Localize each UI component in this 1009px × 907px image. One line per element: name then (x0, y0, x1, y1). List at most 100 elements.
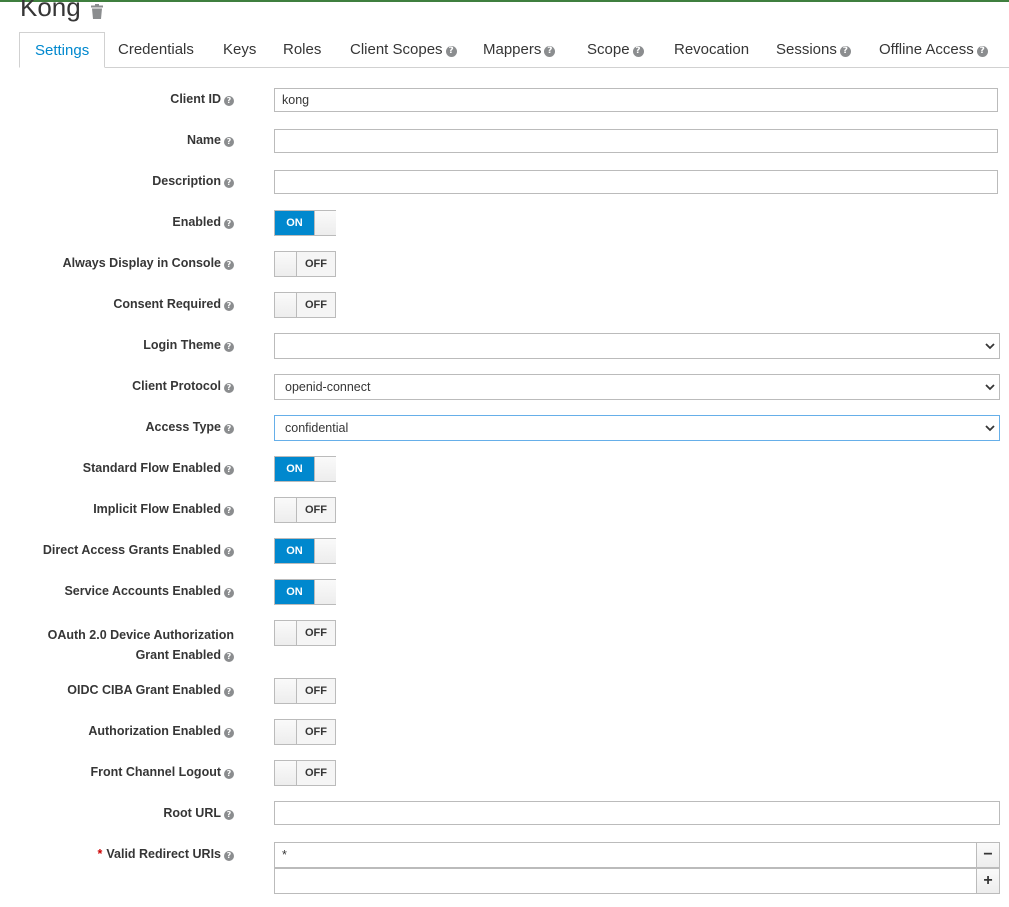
top-accent-line (0, 0, 1009, 2)
always-display-toggle[interactable]: OFF (274, 251, 336, 277)
toggle-state: ON (275, 580, 314, 604)
access-type-select[interactable]: confidential (274, 415, 1000, 441)
login-theme-select[interactable] (274, 333, 1000, 359)
help-icon[interactable]: ? (224, 506, 234, 516)
toggle-state: OFF (297, 720, 335, 744)
ciba-label: OIDC CIBA Grant Enabled? (67, 683, 234, 697)
trash-icon[interactable] (91, 4, 103, 19)
name-label: Name? (187, 133, 234, 147)
root-url-label: Root URL? (163, 806, 234, 820)
description-label: Description? (152, 174, 234, 188)
tab-credentials[interactable]: Credentials (118, 32, 194, 66)
direct-access-toggle[interactable]: ON (274, 538, 336, 564)
ciba-toggle[interactable]: OFF (274, 678, 336, 704)
root-url-input[interactable] (274, 801, 1000, 825)
redirect-uris-label: * Valid Redirect URIs? (98, 847, 234, 861)
front-channel-label: Front Channel Logout? (90, 765, 234, 779)
toggle-state: OFF (297, 679, 335, 703)
help-icon: ? (544, 46, 556, 57)
help-icon[interactable]: ? (224, 728, 234, 738)
tab-mappers[interactable]: Mappers? (483, 32, 556, 66)
help-icon[interactable]: ? (224, 687, 234, 697)
description-input[interactable] (274, 170, 998, 194)
login-theme-label: Login Theme? (143, 338, 234, 352)
toggle-knob (314, 580, 336, 604)
toggle-knob (275, 679, 297, 703)
add-uri-button[interactable]: + (976, 868, 1000, 894)
always-display-label: Always Display in Console? (63, 256, 234, 270)
remove-uri-button[interactable]: − (976, 842, 1000, 868)
toggle-state: ON (275, 539, 314, 563)
toggle-knob (314, 539, 336, 563)
chevron-down-icon (985, 384, 995, 391)
new-redirect-uri-input[interactable] (274, 868, 977, 894)
implicit-flow-label: Implicit Flow Enabled? (93, 502, 234, 516)
help-icon[interactable]: ? (224, 260, 234, 270)
tab-sessions[interactable]: Sessions? (776, 32, 851, 66)
toggle-state: OFF (297, 498, 335, 522)
name-input[interactable] (274, 129, 998, 153)
help-icon[interactable]: ? (224, 342, 234, 352)
toggle-state: OFF (297, 252, 335, 276)
enabled-toggle[interactable]: ON (274, 210, 336, 236)
help-icon[interactable]: ? (224, 810, 234, 820)
client-id-label: Client ID? (170, 92, 234, 106)
help-icon[interactable]: ? (224, 219, 234, 229)
help-icon[interactable]: ? (224, 547, 234, 557)
chevron-down-icon (985, 425, 995, 432)
tab-offline-access[interactable]: Offline Access? (879, 32, 988, 66)
device-auth-label: OAuth 2.0 Device Authorization Grant Enab… (47, 628, 234, 662)
toggle-state: ON (275, 211, 314, 235)
help-icon[interactable]: ? (224, 301, 234, 311)
service-accounts-label: Service Accounts Enabled? (64, 584, 234, 598)
toggle-knob (314, 211, 336, 235)
toggle-state: OFF (297, 761, 335, 785)
authorization-label: Authorization Enabled? (88, 724, 234, 738)
toggle-knob (275, 293, 297, 317)
help-icon: ? (445, 46, 457, 57)
help-icon[interactable]: ? (224, 851, 234, 861)
help-icon[interactable]: ? (224, 652, 234, 662)
toggle-state: OFF (297, 621, 335, 645)
help-icon[interactable]: ? (224, 465, 234, 475)
help-icon[interactable]: ? (224, 424, 234, 434)
direct-access-label: Direct Access Grants Enabled? (43, 543, 234, 557)
standard-flow-label: Standard Flow Enabled? (83, 461, 234, 475)
standard-flow-toggle[interactable]: ON (274, 456, 336, 482)
toggle-knob (314, 457, 336, 481)
access-type-label: Access Type? (145, 420, 234, 434)
tab-revocation[interactable]: Revocation (674, 32, 749, 66)
redirect-uri-input[interactable] (274, 842, 977, 868)
toggle-state: OFF (297, 293, 335, 317)
help-icon: ? (839, 46, 851, 57)
help-icon[interactable]: ? (224, 383, 234, 393)
tab-client-scopes[interactable]: Client Scopes? (350, 32, 457, 66)
toggle-state: ON (275, 457, 314, 481)
help-icon[interactable]: ? (224, 137, 234, 147)
device-auth-toggle[interactable]: OFF (274, 620, 336, 646)
service-accounts-toggle[interactable]: ON (274, 579, 336, 605)
front-channel-toggle[interactable]: OFF (274, 760, 336, 786)
toggle-knob (275, 621, 297, 645)
chevron-down-icon (985, 343, 995, 350)
help-icon[interactable]: ? (224, 769, 234, 779)
client-protocol-select[interactable]: openid-connect (274, 374, 1000, 400)
help-icon[interactable]: ? (224, 96, 234, 106)
toggle-knob (275, 498, 297, 522)
toggle-knob (275, 252, 297, 276)
authorization-toggle[interactable]: OFF (274, 719, 336, 745)
tab-keys[interactable]: Keys (223, 32, 256, 66)
help-icon[interactable]: ? (224, 178, 234, 188)
help-icon[interactable]: ? (224, 588, 234, 598)
tab-settings[interactable]: Settings (19, 32, 106, 68)
consent-required-label: Consent Required? (113, 297, 234, 311)
help-icon: ? (632, 46, 644, 57)
consent-required-toggle[interactable]: OFF (274, 292, 336, 318)
toggle-knob (275, 761, 297, 785)
client-protocol-label: Client Protocol? (132, 379, 234, 393)
implicit-flow-toggle[interactable]: OFF (274, 497, 336, 523)
help-icon: ? (976, 46, 988, 57)
client-id-input[interactable] (274, 88, 998, 112)
tab-scope[interactable]: Scope? (587, 32, 644, 66)
tab-roles[interactable]: Roles (283, 32, 321, 66)
